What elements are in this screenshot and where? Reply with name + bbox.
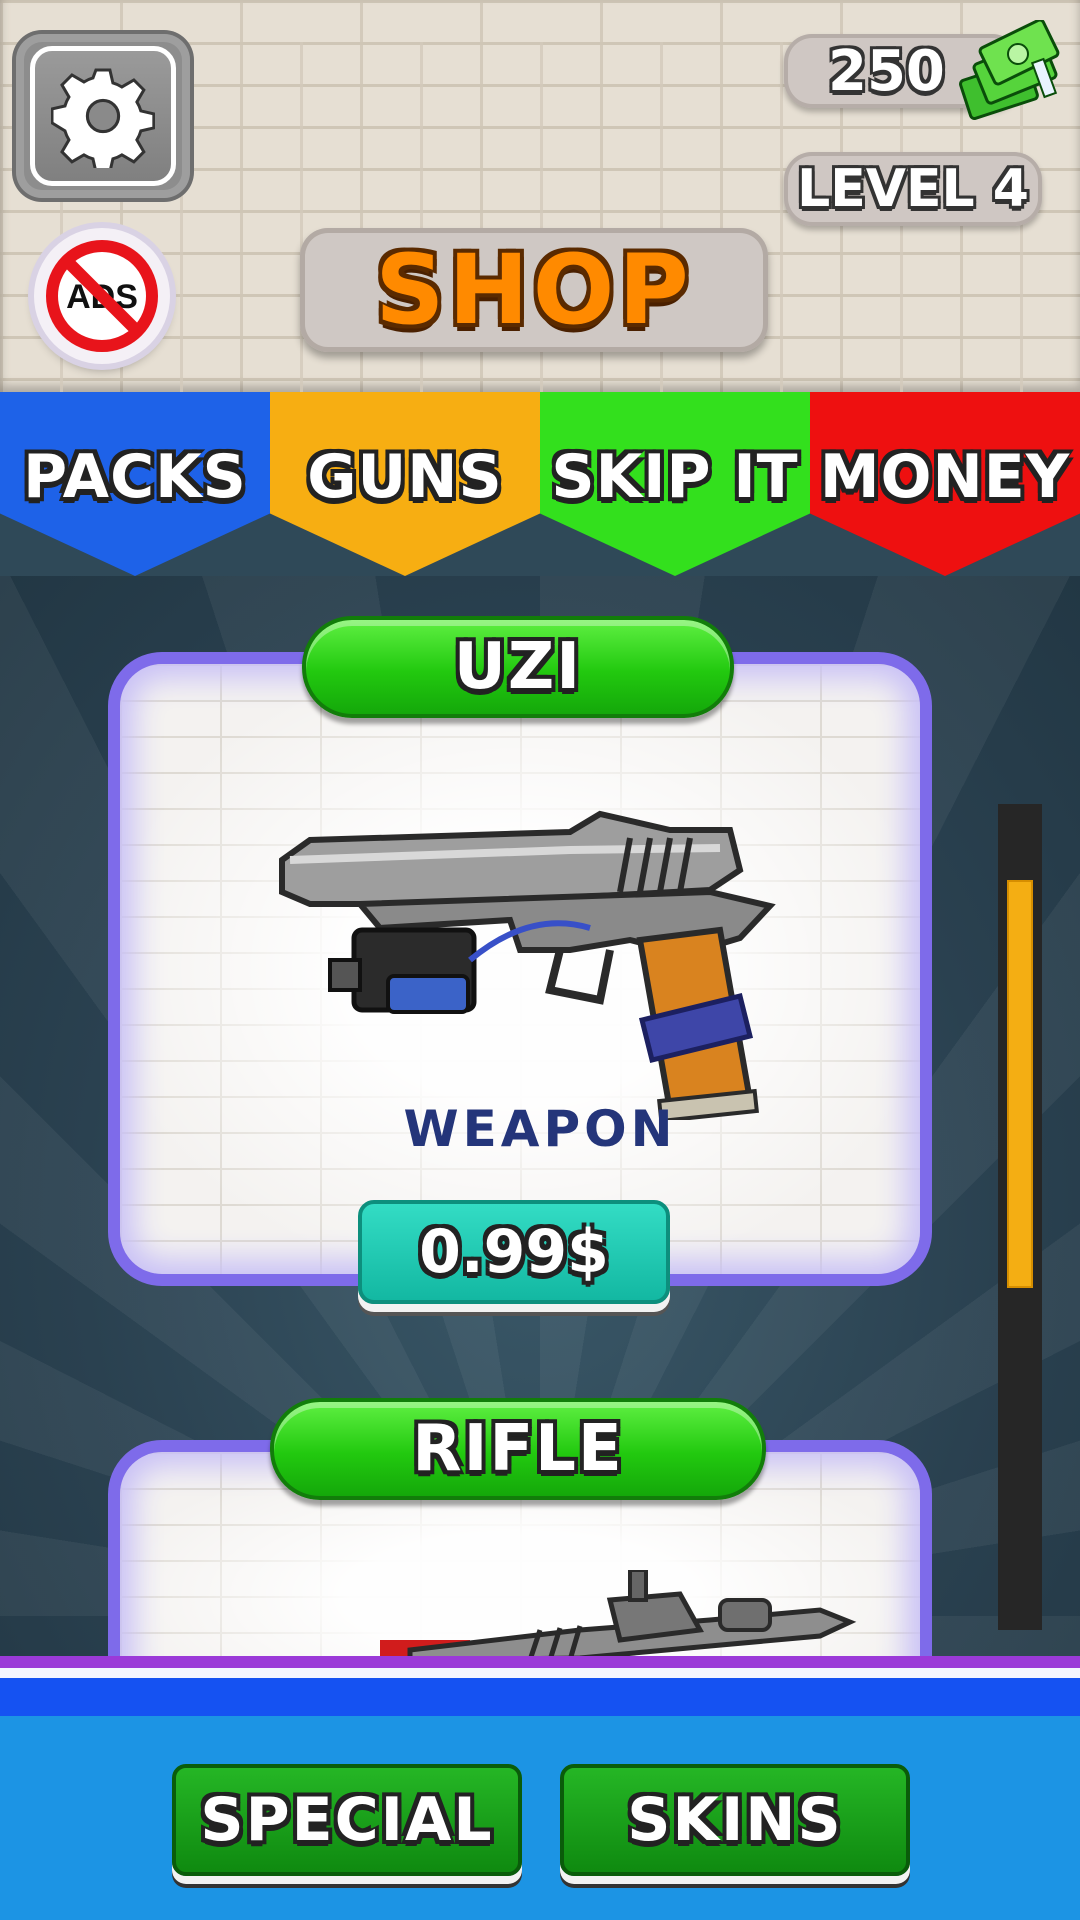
uzi-pistol-image bbox=[279, 810, 776, 1120]
bottom-stripe-purple bbox=[0, 1656, 1080, 1668]
page-title: SHOP bbox=[300, 228, 768, 352]
category-tabs: PACKS GUNS SKIP IT MONEY bbox=[0, 392, 1080, 576]
tab-money[interactable]: MONEY bbox=[810, 392, 1080, 576]
level-indicator: LEVEL 4 bbox=[784, 152, 1042, 226]
level-text: LEVEL 4 bbox=[797, 159, 1029, 219]
tab-guns[interactable]: GUNS bbox=[270, 392, 540, 576]
item-name-rifle: RIFLE bbox=[270, 1398, 766, 1500]
no-ads-icon: ADS bbox=[46, 240, 158, 352]
money-amount: 250 bbox=[828, 38, 945, 104]
item-type: WEAPON bbox=[403, 1100, 677, 1158]
item-name-uzi: UZI bbox=[302, 616, 734, 718]
settings-button[interactable] bbox=[16, 34, 190, 198]
settings-button-face bbox=[30, 46, 176, 186]
skins-button[interactable]: SKINS bbox=[560, 1764, 910, 1876]
scrollbar-thumb[interactable] bbox=[1007, 880, 1033, 1288]
tab-skip-it[interactable]: SKIP IT bbox=[540, 392, 810, 576]
bottom-stripe-blue bbox=[0, 1678, 1080, 1716]
bottom-stripe-white bbox=[0, 1668, 1080, 1678]
special-button[interactable]: SPECIAL bbox=[172, 1764, 522, 1876]
gear-icon bbox=[51, 68, 155, 168]
buy-price-button[interactable]: 0.99$ bbox=[358, 1200, 670, 1304]
tab-packs[interactable]: PACKS bbox=[0, 392, 270, 576]
rifle-image bbox=[380, 1570, 857, 1660]
cash-stack-icon bbox=[959, 20, 1060, 120]
no-ads-button[interactable]: ADS bbox=[34, 228, 170, 364]
